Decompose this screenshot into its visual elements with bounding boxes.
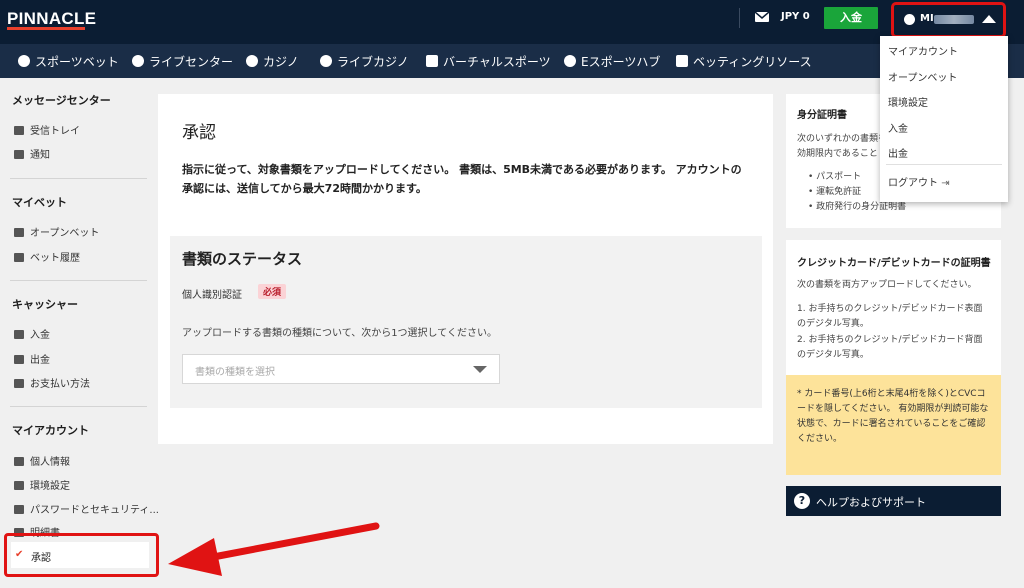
user-icon xyxy=(904,14,915,25)
document-type-select[interactable]: 書類の種類を選択 xyxy=(182,354,500,384)
required-badge: 必須 xyxy=(258,284,287,299)
menu-item-preferences[interactable]: 環境設定 xyxy=(888,94,928,109)
nav-sportsbet[interactable]: スポーツベット xyxy=(18,53,119,70)
page-title: 承認 xyxy=(182,123,216,143)
nav-live-casino[interactable]: ライブカジノ xyxy=(320,53,409,70)
payment-icon xyxy=(14,379,24,388)
id-verification-label: 個人識別認証 xyxy=(182,290,242,301)
user-name-redacted xyxy=(934,15,974,24)
document-status-panel: 書類のステータス 個人識別認証 必須 アップロードする書類の種類について、次から… xyxy=(170,236,762,408)
list-item: • パスポート xyxy=(808,172,862,182)
sidebar-item-open-bets[interactable]: オープンベット xyxy=(14,224,99,239)
verification-card: 承認 指示に従って、対象書類をアップロードしてください。 書類は、5MB未満であ… xyxy=(158,94,773,444)
sidebar-item-deposit[interactable]: 入金 xyxy=(14,326,50,341)
user-icon xyxy=(14,457,24,466)
logo-underline xyxy=(7,27,85,30)
sidebar-heading-my-bets: マイベット xyxy=(12,196,67,209)
sidebar-item-personal-info[interactable]: 個人情報 xyxy=(14,453,70,468)
question-icon: ? xyxy=(794,493,810,509)
sidebar-item-bet-history[interactable]: ベット履歴 xyxy=(14,249,80,264)
sidebar-item-notifications[interactable]: 通知 xyxy=(14,146,50,161)
mail-icon[interactable] xyxy=(755,12,769,22)
menu-item-withdraw[interactable]: 出金 xyxy=(888,145,908,160)
sidebar-heading-cashier: キャッシャー xyxy=(12,298,78,311)
card-proof-title: クレジットカード/デビットカードの証明書 xyxy=(797,258,991,269)
user-name: MI xyxy=(920,13,934,24)
id-card-title: 身分証明書 xyxy=(797,110,847,121)
user-menu-toggle[interactable]: MI xyxy=(891,2,1006,38)
casino-icon xyxy=(246,55,258,67)
list-item: 1. お手持ちのクレジット/デビッドカード表面のデジタル写真。 xyxy=(797,304,983,329)
menu-item-open-bets[interactable]: オープンベット xyxy=(888,69,957,84)
divider xyxy=(739,8,740,28)
divider xyxy=(886,164,1002,165)
sidebar-heading-message-center: メッセージセンター xyxy=(12,94,111,107)
upload-instructions: アップロードする書類の種類について、次から1つ選択してください。 xyxy=(182,328,497,339)
list-item: • 政府発行の身分証明書 xyxy=(808,202,907,212)
sidebar: メッセージセンター 受信トレイ 通知 マイベット オープンベット ベット履歴 キ… xyxy=(0,78,159,588)
user-dropdown-menu: マイアカウント オープンベット 環境設定 入金 出金 ログアウト ⇥ xyxy=(880,36,1008,202)
sidebar-item-inbox[interactable]: 受信トレイ xyxy=(14,122,80,137)
sidebar-item-payment-methods[interactable]: お支払い方法 xyxy=(14,375,90,390)
menu-item-deposit[interactable]: 入金 xyxy=(888,120,908,135)
lock-icon xyxy=(14,505,24,514)
deposit-button[interactable]: 入金 xyxy=(824,7,878,29)
menu-item-logout[interactable]: ログアウト ⇥ xyxy=(888,174,950,189)
list-item: 2. お手持ちのクレジット/デビッドカード背面のデジタル写真。 xyxy=(797,335,983,360)
document-status-title: 書類のステータス xyxy=(182,250,303,268)
withdraw-icon xyxy=(14,355,24,364)
id-card-text: 次のいずれかの書類を 効期限内であること xyxy=(797,134,888,159)
annotation-arrow xyxy=(168,522,380,576)
book-icon xyxy=(676,55,688,67)
sidebar-item-withdraw[interactable]: 出金 xyxy=(14,351,50,366)
select-placeholder: 書類の種類を選択 xyxy=(195,367,275,378)
bell-icon xyxy=(14,150,24,159)
nav-esports-hub[interactable]: Eスポーツハブ xyxy=(564,53,660,70)
nav-virtual-sports[interactable]: バーチャルスポーツ xyxy=(426,53,551,70)
divider xyxy=(10,178,147,179)
mail-icon xyxy=(14,126,24,135)
virtual-icon xyxy=(426,55,438,67)
top-bar: PINNACLE JPY 0 入金 MI xyxy=(0,0,1024,44)
highlight-box xyxy=(4,533,159,577)
main-nav: スポーツベット ライブセンター カジノ ライブカジノ バーチャルスポーツ Eスポ… xyxy=(0,44,1024,78)
history-icon xyxy=(14,253,24,262)
divider xyxy=(10,406,147,407)
deposit-icon xyxy=(14,330,24,339)
help-label: ヘルプおよびサポート xyxy=(816,496,926,509)
instructions: 指示に従って、対象書類をアップロードしてください。 書類は、5MB未満である必要… xyxy=(182,163,742,195)
caret-up-icon xyxy=(982,15,996,23)
soccer-ball-icon xyxy=(18,55,30,67)
divider xyxy=(10,280,147,281)
nav-betting-resources[interactable]: ベッティングリソース xyxy=(676,53,812,70)
card-proof-text: 次の書類を両方アップロードしてください。 xyxy=(797,280,977,290)
chip-icon xyxy=(320,55,332,67)
nav-casino[interactable]: カジノ xyxy=(246,53,299,70)
headset-icon xyxy=(564,55,576,67)
pinnacle-logo[interactable]: PINNACLE xyxy=(7,9,96,29)
logout-icon: ⇥ xyxy=(941,178,950,189)
balance: JPY 0 xyxy=(781,11,810,22)
card-proof-note: * カード番号(上6桁と末尾4桁を除く)とCVCコードを隠してください。 有効期… xyxy=(786,375,1001,475)
card-proof-info-card: クレジットカード/デビットカードの証明書 次の書類を両方アップロードしてください… xyxy=(786,240,1001,375)
sidebar-item-preferences[interactable]: 環境設定 xyxy=(14,477,70,492)
gear-icon xyxy=(14,481,24,490)
ticket-icon xyxy=(14,228,24,237)
note-text: * カード番号(上6桁と末尾4桁を除く)とCVCコードを隠してください。 有効期… xyxy=(797,389,989,444)
help-support-button[interactable]: ? ヘルプおよびサポート xyxy=(786,486,1001,516)
live-icon xyxy=(132,55,144,67)
sidebar-heading-my-account: マイアカウント xyxy=(12,424,89,437)
chevron-down-icon xyxy=(473,366,487,373)
nav-live-center[interactable]: ライブセンター xyxy=(132,53,233,70)
menu-item-my-account[interactable]: マイアカウント xyxy=(888,43,958,58)
sidebar-item-password-security[interactable]: パスワードとセキュリティ... xyxy=(14,501,159,516)
list-item: • 運転免許証 xyxy=(808,187,862,197)
